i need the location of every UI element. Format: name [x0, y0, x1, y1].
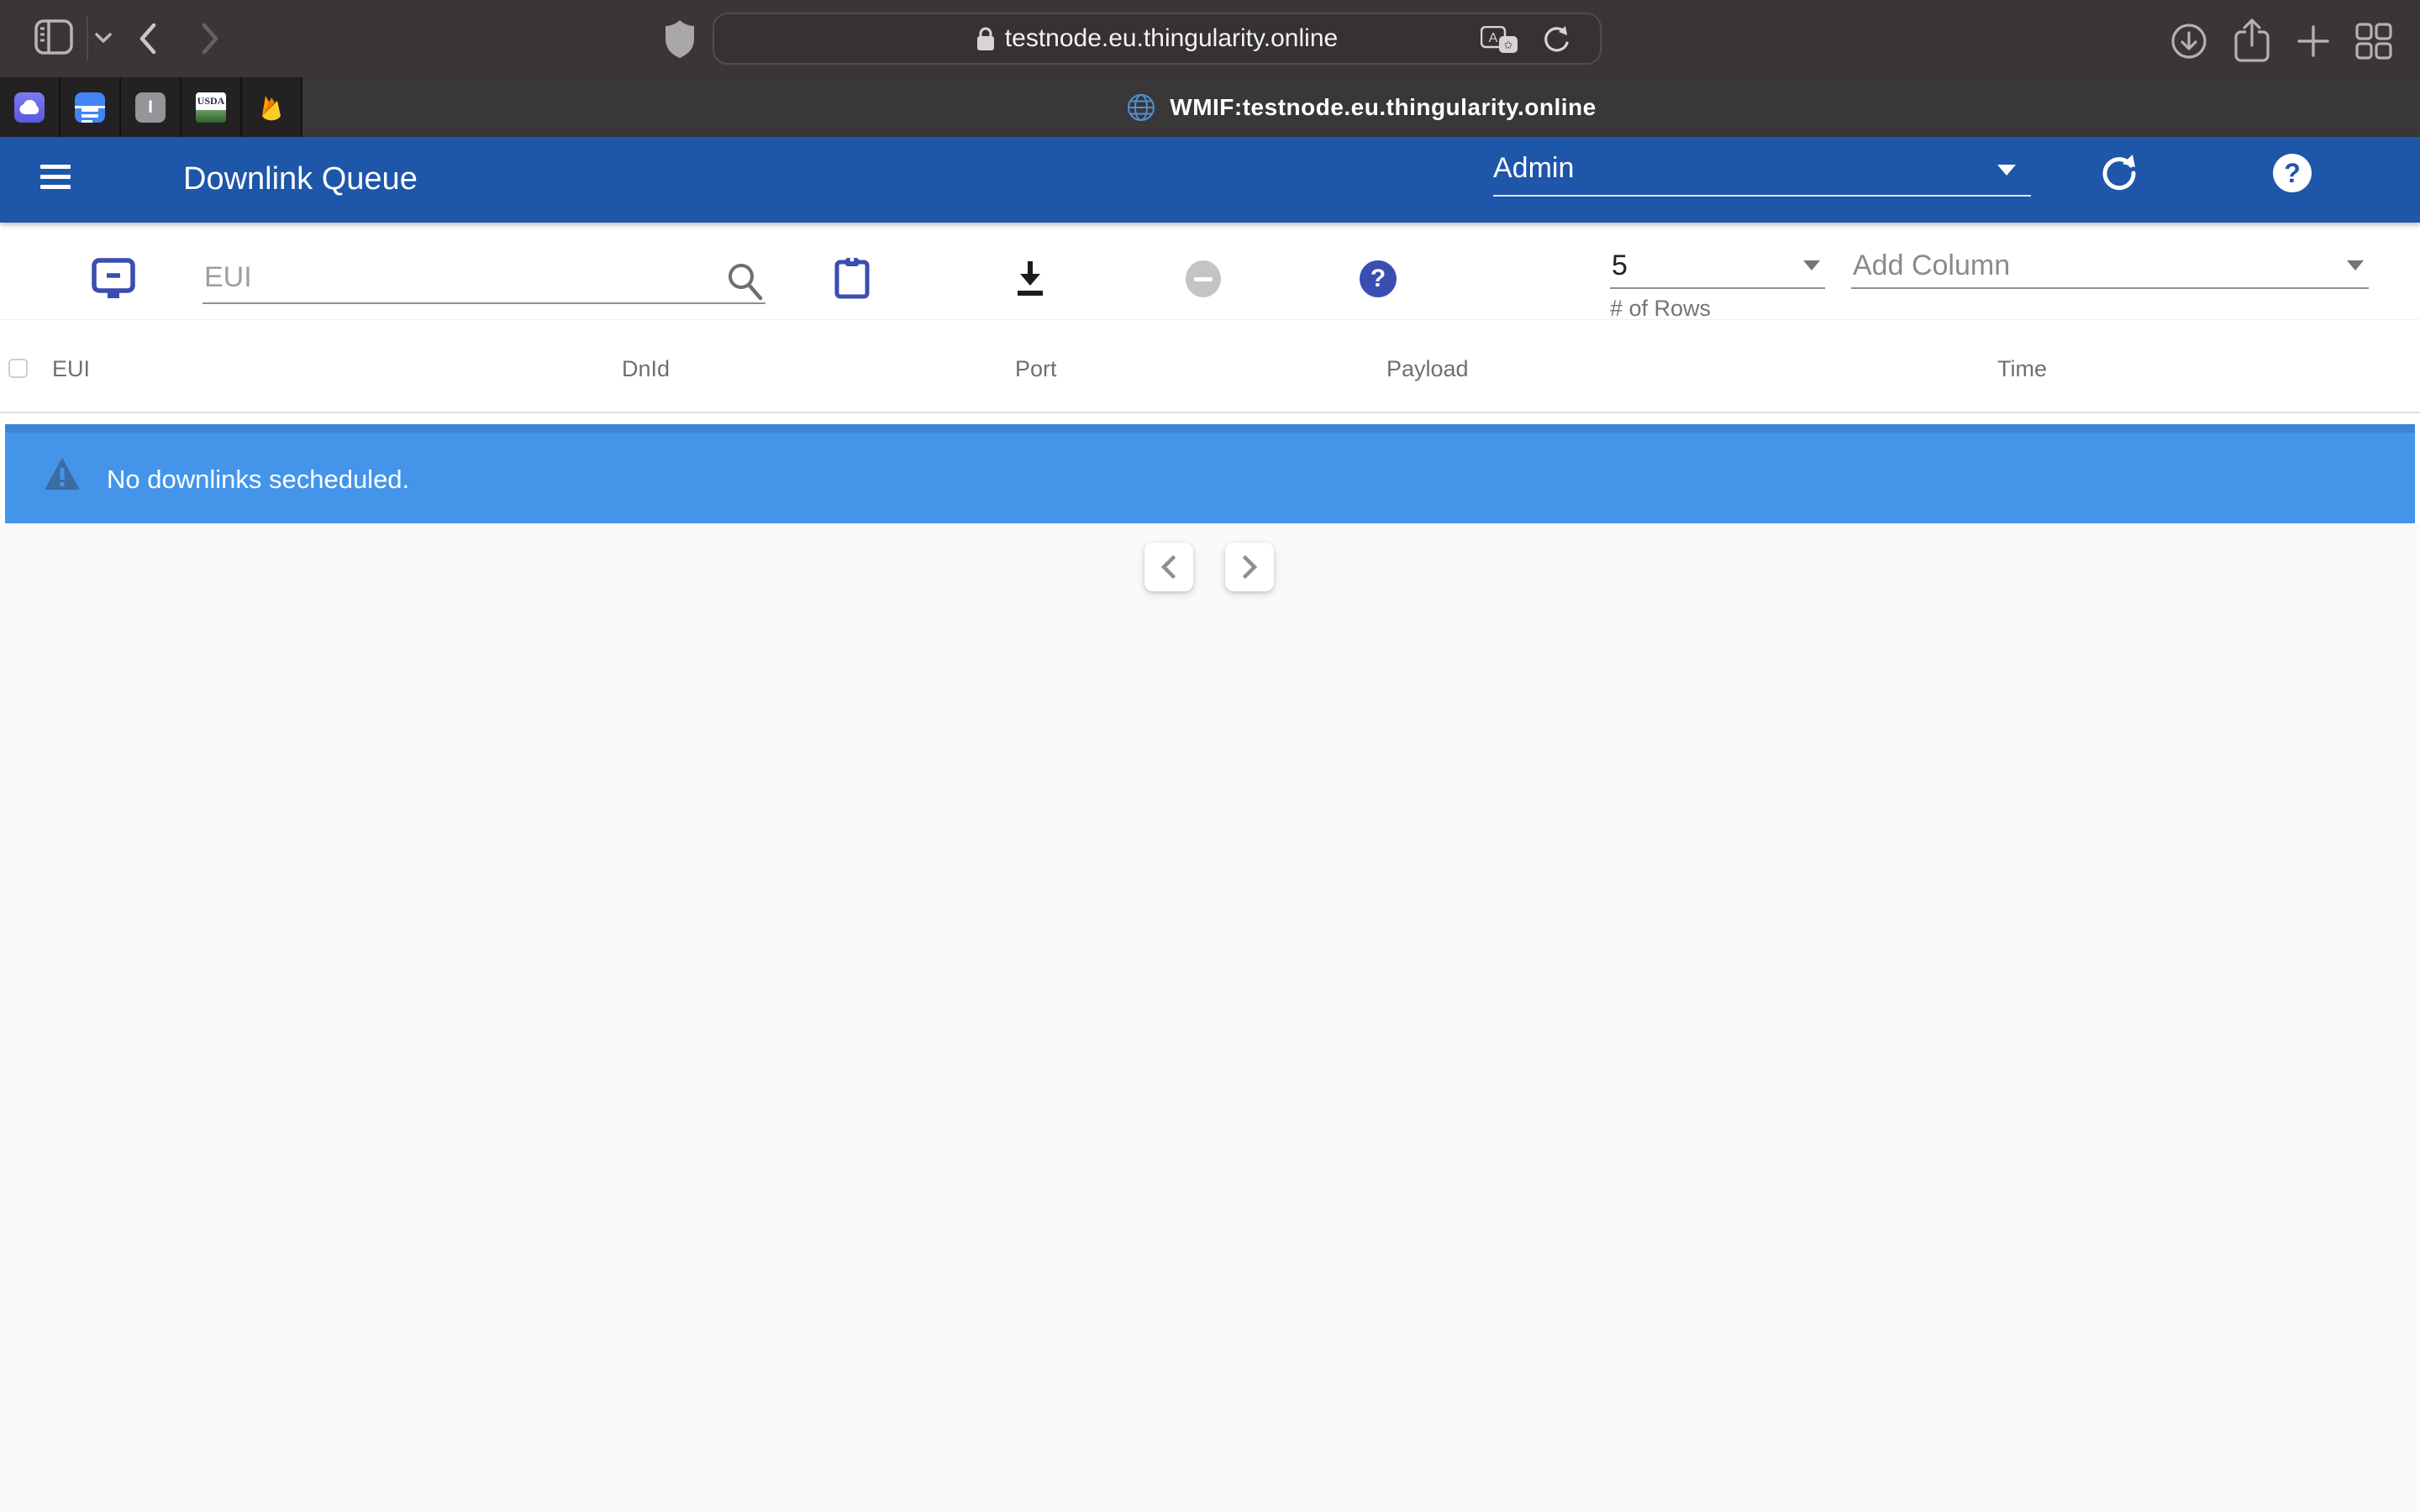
menu-button[interactable] [40, 165, 71, 190]
add-column-value: Add Column [1853, 247, 2010, 284]
toolbar-divider [0, 319, 2420, 320]
device-view-button[interactable] [91, 257, 136, 302]
lock-icon [976, 26, 995, 51]
toolbar-help-button[interactable]: ? [1360, 260, 1397, 297]
refresh-icon [2099, 153, 2139, 193]
column-header-payload: Payload [1386, 356, 1469, 381]
column-header-eui: EUI [52, 356, 90, 381]
firebase-icon [256, 92, 287, 123]
paste-button[interactable] [834, 256, 871, 300]
sidebar-dropdown-chevron[interactable] [94, 32, 113, 44]
pinned-tab-docs[interactable] [60, 77, 121, 137]
translate-icon: A ✩ [1481, 26, 1519, 56]
share-icon [2232, 17, 2272, 64]
content-lower-area [0, 523, 2420, 1512]
tab-overview-button[interactable] [2353, 20, 2395, 62]
remove-button[interactable] [1186, 260, 1221, 297]
rows-select[interactable]: 5 [1610, 247, 1825, 289]
monitor-minus-icon [91, 257, 136, 302]
forward-button[interactable] [198, 20, 222, 57]
forward-chevron-icon [198, 20, 222, 57]
download-icon [1012, 259, 1049, 299]
shield-icon [664, 18, 696, 59]
banner-row: No downlinks secheduled. [0, 413, 2420, 523]
column-header-port: Port [1015, 356, 1057, 381]
active-tab-title: WMIF:testnode.eu.thingularity.online [1170, 94, 1596, 121]
back-chevron-icon [136, 20, 160, 57]
rows-select-value: 5 [1612, 247, 1628, 284]
chevron-right-icon [1239, 554, 1260, 580]
pinned-tab-icloud[interactable] [0, 77, 60, 137]
translate-button[interactable]: A ✩ [1481, 26, 1519, 56]
hamburger-icon [40, 165, 71, 169]
role-select-value: Admin [1493, 152, 1574, 184]
next-page-button[interactable] [1225, 543, 1274, 591]
role-select[interactable]: Admin [1493, 144, 2031, 197]
page-title: Downlink Queue [183, 161, 418, 197]
appbar-help-button[interactable]: ? [2269, 150, 2316, 197]
select-all-checkbox[interactable] [8, 359, 28, 378]
rows-label: # of Rows [1610, 296, 1711, 322]
chrome-divider [87, 17, 88, 60]
url-field[interactable]: testnode.eu.thingularity.online A ✩ [713, 13, 1602, 65]
new-tab-button[interactable] [2294, 22, 2333, 60]
column-header-time: Time [1997, 356, 2047, 381]
privacy-report-button[interactable] [664, 18, 696, 59]
search-button[interactable] [724, 260, 765, 302]
back-button[interactable] [136, 20, 160, 57]
warning-icon [44, 456, 81, 491]
downloads-button[interactable] [2170, 22, 2208, 60]
eui-search-input[interactable] [203, 252, 765, 304]
help-circle-icon: ? [1360, 260, 1397, 297]
schedule-downlink-button[interactable] [1012, 259, 1049, 299]
grid-icon [2353, 20, 2395, 62]
sidebar-icon [34, 18, 74, 55]
banner-message: No downlinks secheduled. [107, 463, 409, 496]
refresh-button[interactable] [2096, 150, 2143, 197]
icloud-icon [14, 92, 45, 123]
sidebar-toggle-button[interactable] [34, 18, 74, 55]
usda-icon: USDA [196, 92, 226, 123]
pinned-tab-info[interactable]: I [121, 77, 182, 137]
search-icon [724, 260, 765, 302]
share-button[interactable] [2232, 17, 2272, 64]
clipboard-icon [834, 256, 871, 300]
add-column-select[interactable]: Add Column [1851, 247, 2369, 289]
empty-state-banner: No downlinks secheduled. [5, 424, 2415, 523]
page-reload-button[interactable] [1541, 24, 1571, 56]
chevron-down-icon [94, 32, 113, 44]
chevron-down-icon [2347, 260, 2364, 270]
active-tab[interactable]: WMIF:testnode.eu.thingularity.online [302, 77, 2420, 137]
pinned-tab-usda[interactable]: USDA [182, 77, 242, 137]
download-circle-icon [2170, 22, 2208, 60]
chevron-left-icon [1158, 554, 1180, 580]
chevron-down-icon [1997, 165, 2016, 176]
browser-chrome-bar: testnode.eu.thingularity.online A ✩ [0, 0, 2420, 77]
chevron-down-icon [1803, 260, 1820, 270]
prev-page-button[interactable] [1144, 543, 1193, 591]
url-text: testnode.eu.thingularity.online [1005, 24, 1338, 53]
minus-circle-icon [1186, 260, 1221, 297]
reload-icon [1541, 24, 1571, 56]
column-header-dnid: DnId [622, 356, 670, 381]
pinned-tab-firebase[interactable] [242, 77, 302, 137]
tab-bar: I USDA WMIF:testnode.eu.thingularity.onl… [0, 77, 2420, 137]
info-tab-icon: I [135, 92, 166, 123]
docs-icon [75, 92, 105, 123]
plus-icon [2294, 22, 2333, 60]
globe-icon [1126, 92, 1156, 123]
help-icon: ? [2273, 154, 2312, 192]
svg-text:✩: ✩ [1504, 39, 1513, 52]
banner-top-strip [5, 424, 2415, 433]
svg-text:A: A [1489, 31, 1498, 45]
